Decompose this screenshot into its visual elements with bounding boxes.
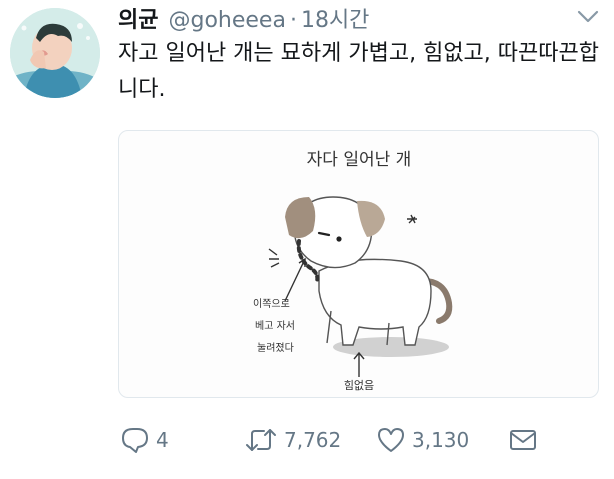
author-name[interactable]: 의균 xyxy=(118,2,158,34)
author-handle[interactable]: @goheeea xyxy=(168,8,285,33)
reply-button[interactable]: 4 xyxy=(120,424,169,456)
retweet-button[interactable]: 7,762 xyxy=(244,424,341,456)
avatar[interactable] xyxy=(10,8,100,98)
annotation-line-1: 이쪽으로 xyxy=(253,298,290,310)
reply-count: 4 xyxy=(156,428,169,452)
like-button[interactable]: 3,130 xyxy=(376,424,469,456)
illustration-annotation-left: 이쪽으로 베고 자서 눌려졌다 xyxy=(253,298,298,354)
tweet-actions: 4 7,762 3,130 xyxy=(118,424,598,456)
tweet-header: 의균 @goheeea · 18시간 xyxy=(118,2,369,34)
retweet-count: 7,762 xyxy=(284,428,342,452)
illustration-annotation-bottom: 힘없음 xyxy=(344,379,374,392)
annotation-line-2: 베고 자서 xyxy=(255,320,295,332)
direct-message-button[interactable] xyxy=(508,424,538,456)
tweet-text: 자고 일어난 개는 묘하게 가볍고, 힘없고, 따끈따끈합니다. xyxy=(118,41,599,102)
reply-icon xyxy=(122,428,148,453)
envelope-icon xyxy=(510,430,536,450)
illustration-title: 자다 일어난 개 xyxy=(307,150,412,170)
avatar-illustration xyxy=(10,8,100,98)
chevron-down-icon xyxy=(577,10,599,23)
tweet-media[interactable]: 자다 일어난 개 이쪽으로 베고 자서 눌려졌다 힘없음 xyxy=(118,130,599,398)
tweet-timestamp[interactable]: 18시간 xyxy=(301,2,369,34)
more-options-button[interactable] xyxy=(576,8,600,26)
retweet-icon xyxy=(246,429,276,451)
dog-illustration: 자다 일어난 개 이쪽으로 베고 자서 눌려졌다 힘없음 xyxy=(253,150,453,392)
like-count: 3,130 xyxy=(412,428,470,452)
heart-icon xyxy=(378,428,404,452)
annotation-line-3: 눌려졌다 xyxy=(257,341,294,354)
separator-dot: · xyxy=(289,8,297,33)
